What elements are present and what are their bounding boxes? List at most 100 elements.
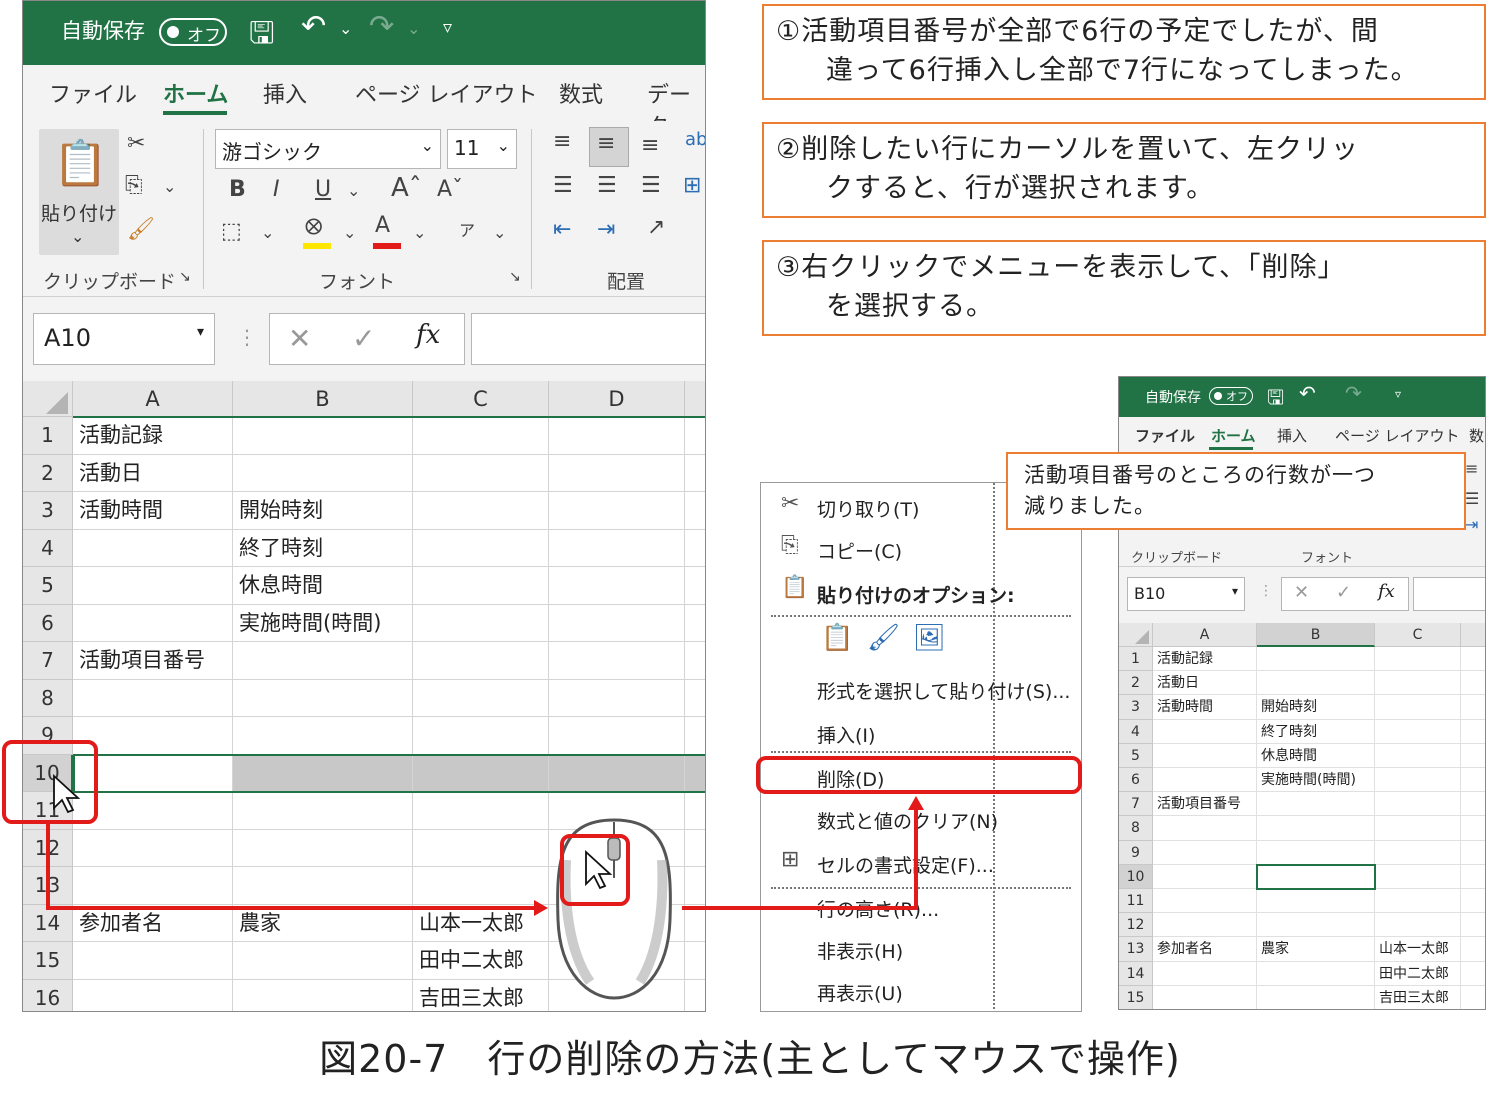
autosave-toggle[interactable]: オフ	[1209, 387, 1253, 405]
menu-item-paste-special[interactable]: 形式を選択して貼り付け(S)...	[817, 677, 1070, 704]
paste-values-icon[interactable]: 📋	[821, 623, 853, 653]
grid-cell[interactable]	[413, 454, 549, 492]
row-header[interactable]: 12	[23, 829, 73, 867]
grid-cell[interactable]	[73, 679, 233, 717]
row-header[interactable]: 5	[23, 567, 73, 605]
grid-cell[interactable]	[549, 642, 685, 680]
grid-cell[interactable]	[549, 792, 685, 830]
borders-icon[interactable]: ⬚	[221, 219, 242, 244]
select-all-corner[interactable]	[23, 381, 73, 417]
grid-cell[interactable]	[413, 604, 549, 642]
row-header[interactable]: 7	[23, 642, 73, 680]
grid-cell[interactable]	[549, 529, 685, 567]
grid-cell[interactable]	[233, 942, 413, 980]
grid-cell[interactable]	[1461, 768, 1485, 793]
grid-cell[interactable]	[233, 642, 413, 680]
grid-cell[interactable]: 参加者名	[73, 904, 233, 942]
grid-cell[interactable]	[549, 454, 685, 492]
grid-cell[interactable]: 終了時刻	[1257, 719, 1375, 744]
grid-cell[interactable]: 実施時間(時間)	[233, 604, 413, 642]
row-header[interactable]: 1	[1119, 647, 1153, 672]
grid-cell[interactable]	[413, 867, 549, 905]
grid-cell[interactable]: 休息時間	[233, 567, 413, 605]
splitter-icon[interactable]: ⋮	[1259, 583, 1273, 599]
grid-cell[interactable]: 開始時刻	[233, 492, 413, 530]
grid-cell[interactable]	[413, 492, 549, 530]
grid-cell[interactable]	[549, 717, 685, 755]
grid-cell[interactable]	[233, 679, 413, 717]
grid-cell[interactable]	[1375, 864, 1461, 889]
grid-cell[interactable]	[685, 492, 705, 530]
grid-cell[interactable]	[1461, 744, 1485, 768]
row-header[interactable]: 1	[23, 417, 73, 455]
wrap-text-icon[interactable]: ab	[685, 129, 705, 150]
grid-cell[interactable]	[685, 567, 705, 605]
grid-cell[interactable]	[1375, 913, 1461, 938]
row-header[interactable]: 13	[1119, 937, 1153, 962]
grid-cell[interactable]: 吉田三太郎	[413, 979, 549, 1011]
grid-cell[interactable]	[73, 867, 233, 905]
row-header[interactable]: 14	[23, 904, 73, 942]
grid-cell[interactable]	[549, 979, 685, 1011]
grow-font-icon[interactable]: Aˆ	[391, 173, 422, 203]
tab-page-layout[interactable]: ページ レイアウト	[1335, 425, 1459, 446]
bold-icon[interactable]: B	[229, 177, 246, 202]
grid-cell[interactable]	[1375, 889, 1461, 914]
grid-cell[interactable]	[413, 679, 549, 717]
menu-item-row-height[interactable]: 行の高さ(R)...	[817, 895, 939, 922]
grid-cell[interactable]: 活動日	[1153, 671, 1257, 696]
grid-cell[interactable]	[685, 417, 705, 455]
save-icon[interactable]: 🖫	[1267, 383, 1284, 417]
copy-dropdown-icon[interactable]: ⌄	[163, 177, 176, 196]
format-painter-icon[interactable]: 🖌	[127, 217, 155, 242]
grid-cell[interactable]	[413, 417, 549, 455]
row-header[interactable]: 13	[23, 867, 73, 905]
tab-insert[interactable]: 挿入	[263, 77, 307, 109]
grid-cell[interactable]	[73, 829, 233, 867]
grid-cell[interactable]	[1375, 816, 1461, 841]
grid-cell[interactable]	[1461, 671, 1485, 696]
row-header[interactable]: 2	[1119, 671, 1153, 696]
grid-cell[interactable]	[1461, 695, 1485, 720]
grid-cell[interactable]: 活動記録	[1153, 647, 1257, 672]
grid-cell[interactable]	[1375, 743, 1461, 768]
tab-file[interactable]: ファイル	[1135, 425, 1195, 446]
font-size-select[interactable]: 11 ⌄	[447, 129, 517, 169]
name-box[interactable]: B10 ▾	[1127, 577, 1245, 611]
tab-home[interactable]: ホーム	[1211, 425, 1256, 446]
grid-cell[interactable]	[1153, 816, 1257, 841]
grid-cell[interactable]	[685, 530, 705, 567]
grid-cell[interactable]: 活動記録	[73, 417, 233, 455]
tab-formulas[interactable]: 数式	[559, 77, 603, 109]
menu-item-format-cells[interactable]: セルの書式設定(F)...	[817, 851, 994, 878]
redo-dropdown-icon[interactable]: ⌄	[407, 19, 420, 38]
grid-cell[interactable]	[233, 717, 413, 755]
grid-cell[interactable]	[233, 979, 413, 1011]
grid-cell[interactable]	[1153, 768, 1257, 793]
grid-cell[interactable]	[1461, 986, 1485, 1009]
align-top-icon[interactable]: ≡	[1465, 459, 1478, 478]
grid-cell[interactable]	[685, 642, 705, 680]
fill-dropdown-icon[interactable]: ⌄	[343, 223, 356, 242]
row-header[interactable]: 4	[1119, 719, 1153, 744]
undo-icon[interactable]: ↶	[1299, 381, 1316, 405]
grid-cell[interactable]	[1153, 961, 1257, 986]
menu-item-hide[interactable]: 非表示(H)	[817, 937, 903, 964]
grid-cell[interactable]	[233, 454, 413, 492]
grid-cell[interactable]	[549, 679, 685, 717]
grid-cell[interactable]	[1461, 647, 1485, 672]
grid-cell[interactable]	[685, 980, 705, 1012]
grid-cell[interactable]	[1375, 792, 1461, 817]
grid-cell[interactable]: 活動項目番号	[73, 642, 233, 680]
grid-cell[interactable]	[1461, 865, 1485, 889]
grid-cell[interactable]	[1153, 913, 1257, 938]
column-header[interactable]: C	[1375, 623, 1461, 647]
grid-cell[interactable]	[1257, 647, 1375, 672]
save-icon[interactable]: 🖫	[249, 11, 275, 62]
grid-cell[interactable]: 吉田三太郎	[1375, 985, 1461, 1009]
row-header[interactable]: 11	[1119, 889, 1153, 914]
grid-cell[interactable]	[233, 867, 413, 905]
grid-cell[interactable]	[1153, 985, 1257, 1009]
grid-cell[interactable]	[1257, 816, 1375, 841]
align-right-icon[interactable]: ☰	[641, 173, 661, 198]
